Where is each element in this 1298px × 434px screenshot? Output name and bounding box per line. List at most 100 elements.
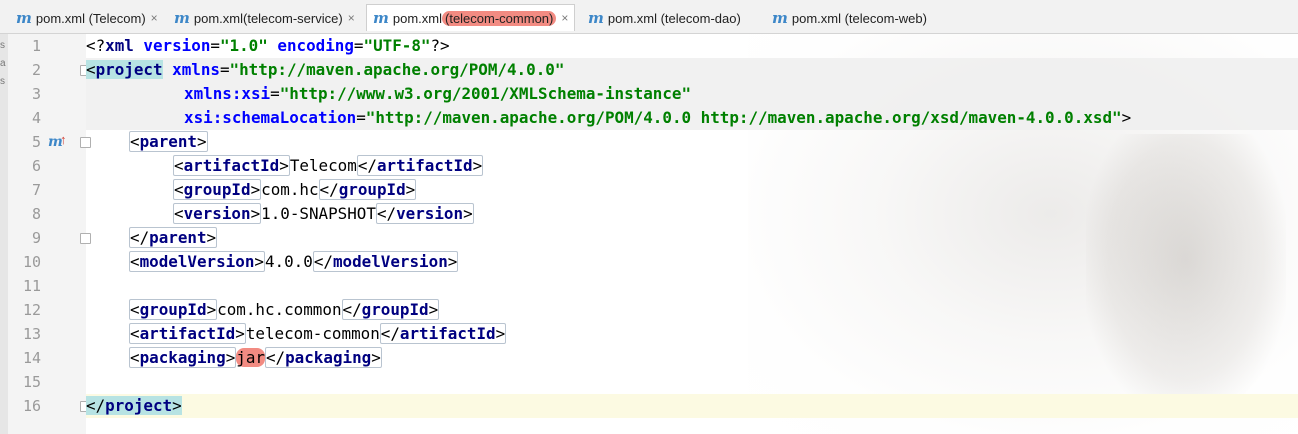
tag-name: modelVersion	[139, 252, 255, 271]
tab-label: pom.xml (telecom-dao)	[607, 10, 741, 26]
tag-name: artifactId	[376, 156, 473, 175]
tag-name: groupId	[338, 180, 406, 199]
code-line[interactable]: <project xmlns="http://maven.apache.org/…	[86, 58, 1298, 82]
element-text: com.hc.common	[217, 300, 342, 319]
line-number: 12	[22, 301, 41, 319]
maven-file-icon: m	[772, 8, 788, 27]
maven-file-icon: m	[16, 8, 32, 27]
attr-value: "http://www.w3.org/2001/XMLSchema-instan…	[279, 84, 692, 103]
line-number: 16	[22, 397, 41, 415]
tag-name: project	[95, 60, 163, 79]
tag-name: groupId	[139, 300, 207, 319]
equals: =	[353, 36, 364, 55]
tag-open: <	[86, 60, 96, 79]
close-icon[interactable]: ×	[348, 11, 355, 25]
tag-name: modelVersion	[332, 252, 448, 271]
code-line-current[interactable]: </project>	[86, 394, 1298, 418]
tab-pom-telecom-web[interactable]: m pom.xml (telecom-web)	[772, 5, 927, 31]
element-text: 4.0.0	[264, 252, 313, 271]
editor-tab-bar: m pom.xml (Telecom) × m pom.xml (telecom…	[0, 0, 1298, 34]
attr-value: "http://maven.apache.org/POM/4.0.0 http:…	[365, 108, 1122, 127]
tab-label-prefix: pom.xml	[193, 10, 243, 26]
equals: =	[270, 84, 280, 103]
edge-char: s	[0, 76, 5, 87]
tag-close: >	[1121, 108, 1132, 127]
line-number: 9	[31, 229, 41, 247]
line-number: 2	[31, 61, 41, 79]
line-number: 7	[31, 181, 41, 199]
element-text: telecom-common	[245, 324, 380, 343]
tab-label-highlighted: (telecom-common)	[442, 10, 557, 26]
attr-value: "http://maven.apache.org/POM/4.0.0"	[229, 60, 565, 79]
tag-name: artifactId	[139, 324, 236, 343]
tag-name: version	[396, 204, 464, 223]
line-number: 5	[31, 133, 41, 151]
line-number: 3	[31, 85, 41, 103]
prolog-open: <?	[86, 36, 106, 55]
equals: =	[219, 60, 230, 79]
tag-name: artifactId	[183, 156, 280, 175]
tag-name: project	[105, 396, 173, 415]
maven-file-icon: m	[588, 8, 604, 27]
code-line[interactable]: <packaging>jar</packaging>	[86, 346, 382, 370]
close-icon[interactable]: ×	[561, 11, 568, 25]
code-line[interactable]: <groupId>com.hc</groupId>	[86, 178, 417, 202]
line-number: 8	[31, 205, 41, 223]
line-number: 10	[22, 253, 41, 271]
tag-name: parent	[149, 228, 207, 247]
line-number: 4	[31, 109, 41, 127]
code-editor[interactable]: <?xml version="1.0" encoding="UTF-8"?> <…	[86, 34, 1298, 434]
tab-pom-telecom-dao[interactable]: m pom.xml (telecom-dao)	[588, 5, 741, 31]
attr-name: xmlns:xsi	[184, 84, 271, 103]
attr-name: version	[133, 36, 211, 55]
code-line[interactable]: <version>1.0-SNAPSHOT</version>	[86, 202, 474, 226]
close-icon[interactable]: ×	[151, 11, 158, 25]
tab-label: (telecom-service)	[243, 10, 343, 26]
background-portrait	[1086, 134, 1286, 414]
tag-name: parent	[139, 132, 197, 151]
maven-file-icon: m	[174, 8, 190, 27]
equals: =	[356, 108, 366, 127]
code-line[interactable]: xsi:schemaLocation="http://maven.apache.…	[86, 106, 1298, 130]
code-line[interactable]: <?xml version="1.0" encoding="UTF-8"?>	[86, 34, 450, 58]
code-line[interactable]: </parent>	[86, 226, 218, 250]
code-line[interactable]: <modelVersion>4.0.0</modelVersion>	[86, 250, 459, 274]
edge-char: a	[0, 58, 6, 69]
attr-name: xsi:schemaLocation	[184, 108, 357, 127]
element-text: com.hc	[261, 180, 319, 199]
code-line[interactable]: xmlns:xsi="http://www.w3.org/2001/XMLSch…	[86, 82, 1298, 106]
navigate-up-arrow-icon[interactable]: ↑	[60, 128, 67, 152]
code-line[interactable]: <artifactId>Telecom</artifactId>	[86, 154, 484, 178]
maven-file-icon: m	[373, 8, 389, 27]
code-line[interactable]: <groupId>com.hc.common</groupId>	[86, 298, 440, 322]
attr-name: encoding	[267, 36, 354, 55]
project-panel-edge[interactable]: s a s	[0, 34, 8, 434]
tag-name: groupId	[183, 180, 251, 199]
tag-name: packaging	[285, 348, 372, 367]
editor-gutter: 1 2 3 4 5 6 7 8 9 10 11 12 13 14 15 16 m…	[8, 34, 91, 434]
tag-name: packaging	[139, 348, 226, 367]
attr-name: xmlns	[162, 60, 220, 79]
tab-label: pom.xml (telecom-web)	[791, 10, 927, 26]
line-number: 1	[31, 37, 41, 55]
tab-pom-telecom-common[interactable]: m pom.xml (telecom-common) ×	[366, 4, 576, 31]
tab-pom-telecom[interactable]: m pom.xml (Telecom) ×	[16, 5, 158, 31]
prolog-tag: xml	[105, 36, 134, 55]
attr-value: "1.0"	[219, 36, 268, 55]
tag-name: artifactId	[399, 324, 496, 343]
code-line[interactable]: <artifactId>telecom-common</artifactId>	[86, 322, 507, 346]
line-number: 11	[22, 277, 41, 295]
edge-char: s	[0, 40, 5, 51]
code-line[interactable]: <parent>	[86, 130, 208, 154]
tab-pom-telecom-service[interactable]: m pom.xml (telecom-service) ×	[174, 5, 355, 31]
equals: =	[210, 36, 220, 55]
element-text: Telecom	[289, 156, 357, 175]
tag-name: groupId	[361, 300, 429, 319]
tag-name: version	[183, 204, 251, 223]
line-number: 6	[31, 157, 41, 175]
line-number: 15	[22, 373, 41, 391]
tab-label-prefix: pom.xml	[392, 10, 442, 26]
element-text: 1.0-SNAPSHOT	[261, 204, 376, 223]
element-text-highlighted: jar	[236, 348, 265, 367]
attr-value: "UTF-8"	[363, 36, 431, 55]
